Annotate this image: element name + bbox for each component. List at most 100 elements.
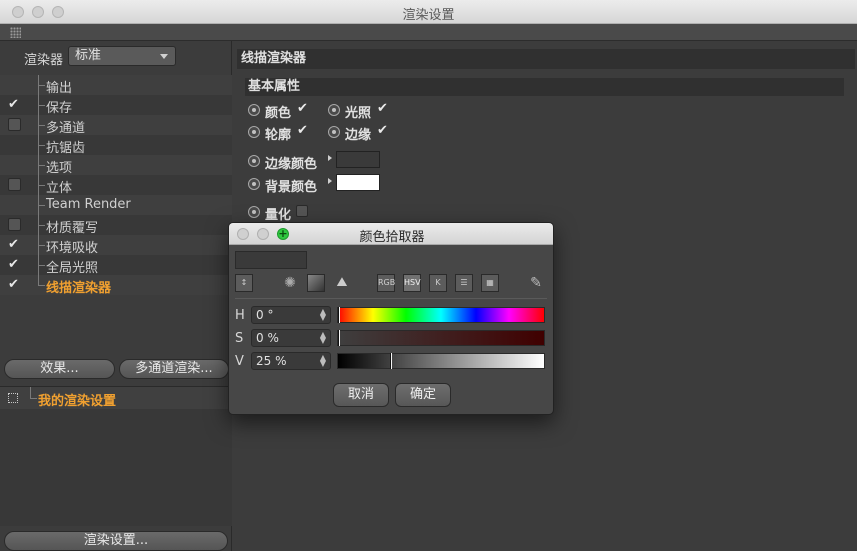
lighting-anim-radio[interactable] [328,104,340,116]
saturation-value: 0 % [256,331,279,345]
edge-label: 边缘 [345,128,372,143]
edge-checkbox[interactable]: ✔ [377,124,389,137]
tree-item-label: Team Render [46,197,131,212]
enable-checkbox[interactable]: ✔ [8,278,21,291]
kelvin-mode-button[interactable]: K [429,274,447,292]
enable-checkbox[interactable] [8,178,21,191]
tree-item[interactable]: 材质覆写 [0,215,232,236]
lighting-checkbox[interactable]: ✔ [377,102,389,115]
outline-label: 轮廓 [265,128,292,143]
tree-connector [38,105,45,106]
left-panel: 渲染器 标准 输出 ✔ 保存 多通道 抗锯齿 选项 立体 Team Render 材质覆写 ✔ 环境… [0,41,232,551]
tree-item[interactable]: Team Render [0,195,232,215]
spectrum-icon[interactable] [307,274,325,292]
tree-item[interactable]: ✔ 线描渲染器 [0,275,232,296]
tree-connector [38,265,45,266]
menu-strip [0,24,857,41]
tree-item[interactable]: 多通道 [0,115,232,136]
preset-label: 我的渲染设置 [38,394,117,409]
stepper-icon[interactable]: ▲ ▼ [320,354,326,368]
tree-item[interactable]: ✔ 环境吸收 [0,235,232,256]
value-label: V [235,354,244,369]
window-titlebar: 渲染设置 [0,0,857,24]
divider [235,298,547,299]
eyedropper-icon[interactable]: ✎ [527,274,545,292]
value-slider-handle[interactable] [389,353,392,369]
saturation-slider[interactable] [337,330,545,346]
tree-item[interactable]: ✔ 全局光照 [0,255,232,276]
outline-anim-radio[interactable] [248,126,260,138]
tree-item-label: 抗锯齿 [46,141,86,156]
hue-slider-handle[interactable] [338,307,340,323]
quantize-anim-radio[interactable] [248,206,260,218]
tree-connector [38,205,45,206]
enable-checkbox[interactable] [8,218,21,231]
saturation-slider-handle[interactable] [338,330,340,346]
hue-label: H [235,308,245,323]
tree-item[interactable]: 输出 [0,75,232,96]
tree-item-label: 材质覆写 [46,221,99,236]
edge-color-swatch[interactable] [336,151,380,168]
tree-connector [30,398,37,399]
render-settings-button[interactable]: 渲染设置... [4,531,228,551]
enable-checkbox[interactable]: ✔ [8,238,21,251]
enable-checkbox[interactable]: ✔ [8,98,21,111]
expand-icon[interactable]: ↕ [235,274,253,292]
color-anim-radio[interactable] [248,104,260,116]
stepper-icon[interactable]: ▲ ▼ [320,308,326,322]
saturation-label: S [235,331,244,346]
image-icon[interactable]: ⛰ [333,274,351,292]
hsv-mode-button[interactable]: HSV [403,274,421,292]
renderer-value: 标准 [75,48,102,63]
tree-item[interactable]: 选项 [0,155,232,176]
tree-item-label: 选项 [46,161,73,176]
background-color-swatch[interactable] [336,174,380,191]
tree-connector [38,285,45,286]
effects-button[interactable]: 效果... [4,359,115,379]
hue-field[interactable]: 0 ° ▲ ▼ [251,306,331,324]
renderer-dropdown[interactable]: 标准 [68,46,176,66]
tree-connector [38,275,39,285]
outline-checkbox[interactable]: ✔ [297,124,309,137]
value-slider[interactable] [337,353,545,369]
panel-title: 线描渲染器 [237,49,855,69]
window-title: 渲染设置 [402,8,455,23]
tree-connector [30,387,31,398]
settings-tree: 输出 ✔ 保存 多通道抗锯齿选项立体 Team Render 材质覆写 ✔ 环境吸收 ✔ 全局光照… [0,75,232,296]
rgb-mode-button[interactable]: RGB [377,274,395,292]
quantize-label: 量化 [265,208,292,223]
tree-item[interactable]: ✔ 保存 [0,95,232,116]
preset-item[interactable]: 我的渲染设置 [0,387,232,409]
expand-arrow-icon[interactable] [328,155,332,161]
dialog-titlebar: + 颜色拾取器 [229,223,553,245]
tree-item[interactable]: 抗锯齿 [0,135,232,156]
ok-button[interactable]: 确定 [395,383,451,407]
tree-item-label: 输出 [46,81,73,96]
color-label: 颜色 [265,106,292,121]
background-color-anim-radio[interactable] [248,178,260,190]
multipass-render-button[interactable]: 多通道渲染... [119,359,229,379]
chevron-down-icon [160,54,168,59]
mixer-icon[interactable]: ☰ [455,274,473,292]
value-field[interactable]: 25 % ▲ ▼ [251,352,331,370]
edge-anim-radio[interactable] [328,126,340,138]
expand-arrow-icon[interactable] [328,178,332,184]
hue-slider[interactable] [337,307,545,323]
tree-item-label: 环境吸收 [46,241,99,256]
stepper-icon[interactable]: ▲ ▼ [320,331,326,345]
color-checkbox[interactable]: ✔ [297,102,309,115]
tree-item-label: 保存 [46,101,73,116]
tree-connector [38,225,45,226]
swatches-icon[interactable]: ▦ [481,274,499,292]
enable-checkbox[interactable]: ✔ [8,258,21,271]
quantize-checkbox[interactable] [296,205,308,217]
cancel-button[interactable]: 取消 [333,383,389,407]
tree-item[interactable]: 立体 [0,175,232,196]
color-wheel-icon[interactable]: ✺ [281,274,299,292]
tree-item-label: 立体 [46,181,73,196]
saturation-field[interactable]: 0 % ▲ ▼ [251,329,331,347]
color-preview [235,251,307,269]
grip-icon[interactable] [10,27,21,38]
edge-color-anim-radio[interactable] [248,155,260,167]
enable-checkbox[interactable] [8,118,21,131]
